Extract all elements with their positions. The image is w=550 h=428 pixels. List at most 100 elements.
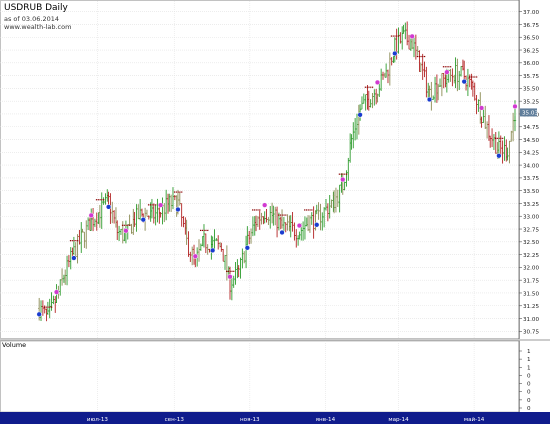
y-tick-label: 32.00 <box>523 266 539 272</box>
stop-level-marker <box>285 214 287 216</box>
y-tick-label: 36.00 <box>523 61 539 67</box>
stop-level-marker <box>444 66 446 68</box>
stop-level-marker <box>344 173 346 175</box>
signal-marker <box>262 202 268 208</box>
stop-level-marker <box>155 204 157 206</box>
stop-level-marker <box>226 270 228 272</box>
stop-level-marker <box>125 224 127 226</box>
stop-level-marker <box>129 224 131 226</box>
signal-marker <box>244 245 250 251</box>
stop-level-marker <box>47 306 49 308</box>
x-tick-label: сен-13 <box>165 417 185 423</box>
y-tick-label: 31.50 <box>523 291 539 297</box>
stop-level-marker <box>71 240 73 242</box>
stop-level-marker <box>340 173 342 175</box>
stop-level-marker <box>502 137 504 139</box>
signal-marker <box>175 206 181 213</box>
stop-level-marker <box>418 55 420 58</box>
stop-level-marker <box>73 240 75 242</box>
signal-marker <box>512 103 518 110</box>
stop-level-marker <box>199 229 202 232</box>
volume-tick-label: 0 <box>527 398 531 404</box>
stop-level-marker <box>75 240 77 242</box>
y-tick-label: 34.00 <box>523 163 539 169</box>
signal-marker <box>157 202 164 208</box>
y-tick-label: 32.50 <box>523 240 539 246</box>
signal-marker <box>140 217 146 223</box>
x-tick-label: июл-13 <box>87 417 108 423</box>
volume-tick-label: 1 <box>527 357 531 363</box>
stop-level-marker <box>424 55 426 58</box>
signal-marker <box>296 222 303 229</box>
signal-marker <box>88 212 94 219</box>
stop-level-marker <box>255 209 257 211</box>
signal-marker <box>36 311 42 317</box>
stop-level-marker <box>257 209 259 211</box>
stop-level-marker <box>123 224 125 226</box>
y-tick-label: 31.75 <box>523 278 539 284</box>
stop-level-marker <box>450 66 452 68</box>
stop-level-marker <box>207 229 209 232</box>
stop-level-marker <box>420 55 422 58</box>
ohlc-chart: 37.00 36.75 36.50 36.25 36.00 35.75 35.50 35.25… <box>0 0 550 424</box>
stop-level-marker <box>252 209 254 211</box>
stop-level-marker <box>345 173 348 175</box>
signal-marker <box>374 79 381 86</box>
x-tick-label: ноя-13 <box>240 417 260 423</box>
stop-level-marker <box>77 240 79 242</box>
stop-level-marker <box>396 35 398 37</box>
signal-marker <box>426 96 433 103</box>
volume-tick-label: 0 <box>527 373 531 379</box>
chart-title: USDRUB Daily <box>4 3 68 13</box>
y-tick-label: 32.25 <box>523 253 539 259</box>
y-tick-label: 33.25 <box>523 202 539 208</box>
stop-level-marker <box>498 137 500 139</box>
stop-level-marker <box>177 191 179 193</box>
stop-level-marker <box>311 209 313 211</box>
signal-marker <box>478 105 485 111</box>
stop-level-marker <box>494 137 497 139</box>
stop-level-marker <box>201 229 203 232</box>
stop-level-marker <box>371 86 374 88</box>
stop-level-marker <box>390 35 393 37</box>
stop-level-marker <box>416 55 419 58</box>
as-of-date: as of 03.06.2014 <box>4 15 59 23</box>
y-tick-label: 34.25 <box>523 151 539 157</box>
y-tick-label: 32.75 <box>523 227 539 233</box>
signal-marker <box>123 228 129 234</box>
stop-level-marker <box>49 306 51 308</box>
volume-tick-label: 1 <box>527 365 531 371</box>
signal-marker <box>105 204 112 210</box>
stop-level-marker <box>151 204 153 206</box>
stop-level-marker <box>69 240 72 242</box>
signal-marker <box>444 69 450 75</box>
stop-level-marker <box>468 76 471 78</box>
signal-marker <box>53 289 60 295</box>
stop-level-marker <box>203 229 205 232</box>
stop-level-marker <box>283 214 285 216</box>
volume-tick-label: 0 <box>527 390 531 396</box>
signal-marker <box>340 176 346 183</box>
volume-tick-label: 0 <box>527 406 531 412</box>
y-tick-label: 35.25 <box>523 99 539 105</box>
stop-level-marker <box>305 209 308 211</box>
chart-area: 37.00 36.75 36.50 36.25 36.00 35.75 35.50 35.25… <box>0 0 550 424</box>
signal-marker <box>227 274 233 280</box>
stop-level-marker <box>474 76 476 78</box>
stop-level-marker <box>127 224 129 226</box>
y-tick-label: 33.00 <box>523 215 539 221</box>
signal-marker <box>71 255 77 261</box>
signal-marker <box>314 222 320 228</box>
signal-marker <box>210 247 216 254</box>
y-tick-label: 36.75 <box>523 23 539 29</box>
stop-level-marker <box>149 204 151 206</box>
stop-level-marker <box>448 66 450 68</box>
stop-level-marker <box>97 199 99 201</box>
volume-tick-label: 0 <box>527 382 531 388</box>
stop-level-marker <box>175 191 177 193</box>
signal-marker <box>496 153 502 159</box>
x-tick-label: янв-14 <box>316 417 336 423</box>
stop-level-marker <box>281 214 283 216</box>
stop-level-marker <box>366 86 368 88</box>
stop-level-marker <box>338 173 340 175</box>
